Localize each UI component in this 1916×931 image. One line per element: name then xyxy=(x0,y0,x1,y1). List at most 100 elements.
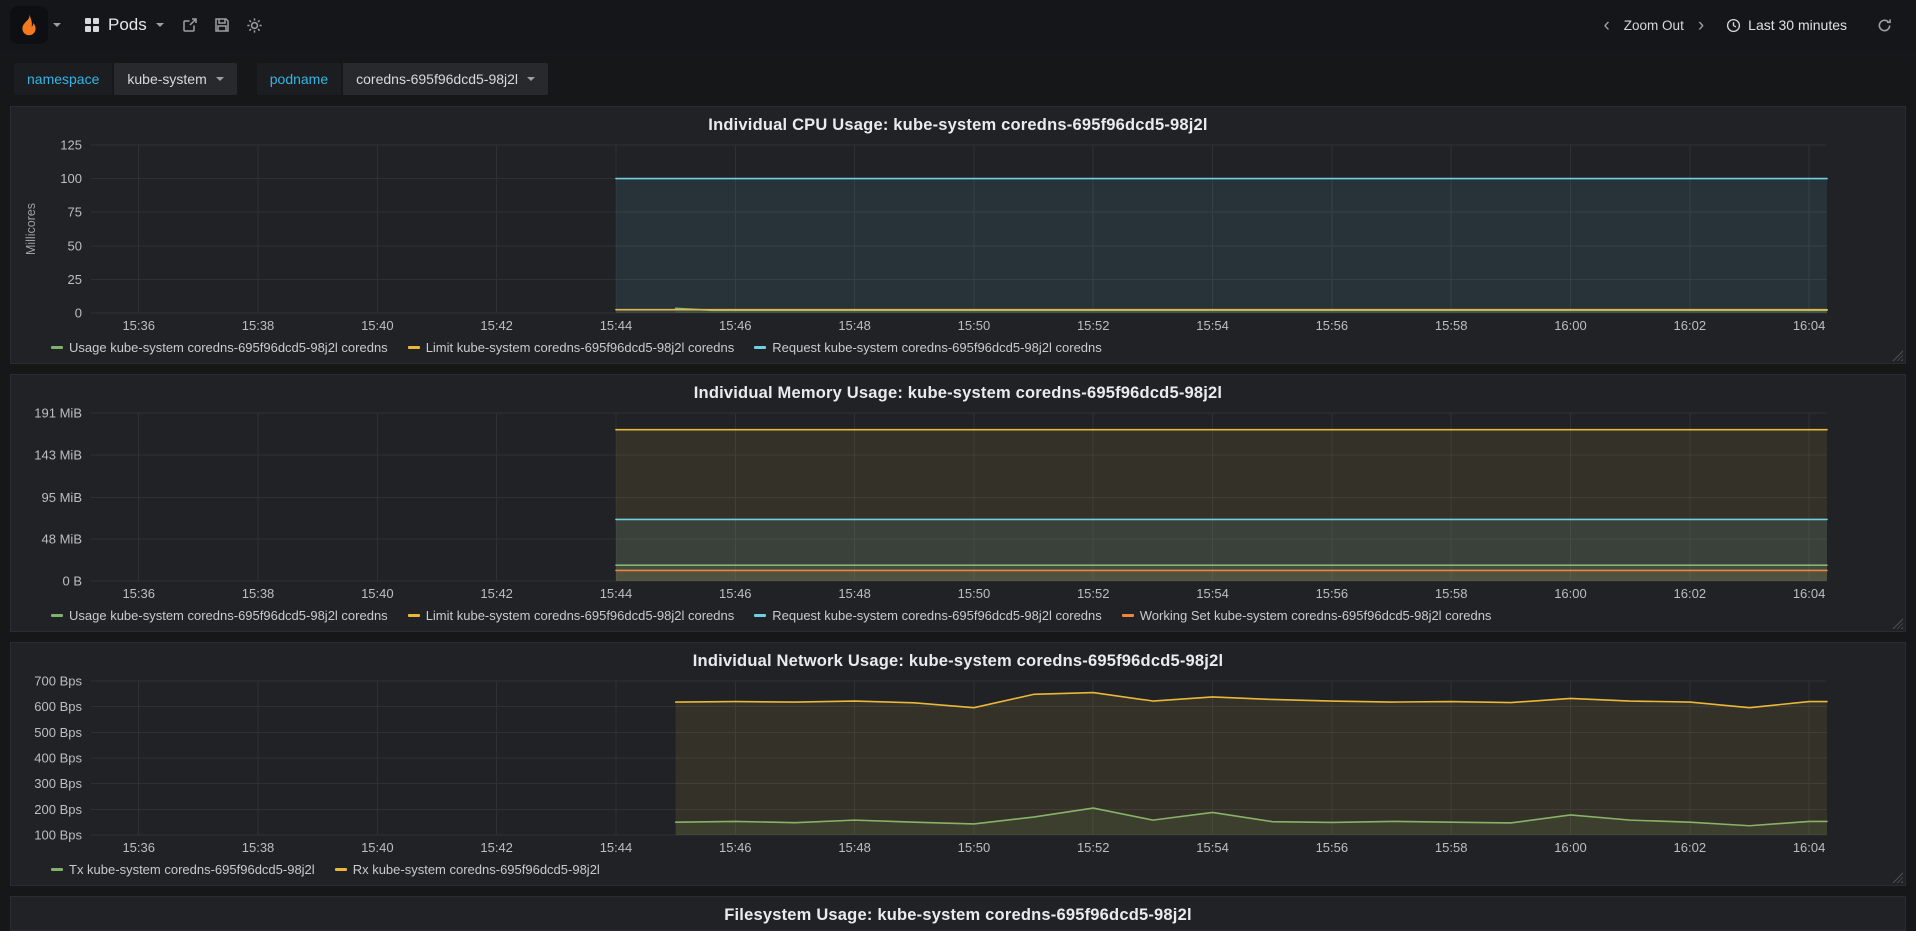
svg-text:16:04: 16:04 xyxy=(1793,318,1826,333)
legend-item[interactable]: Tx kube-system coredns-695f96dcd5-98j2l xyxy=(51,862,315,877)
time-shift-forward-button[interactable]: › xyxy=(1696,16,1706,35)
legend-item[interactable]: Usage kube-system coredns-695f96dcd5-98j… xyxy=(51,608,388,623)
svg-text:15:40: 15:40 xyxy=(361,586,394,601)
dashboard-title: Pods xyxy=(108,15,147,34)
svg-text:15:48: 15:48 xyxy=(838,586,871,601)
variable-namespace-label[interactable]: namespace xyxy=(14,63,113,95)
svg-text:75: 75 xyxy=(68,205,82,220)
svg-text:200 Bps: 200 Bps xyxy=(34,802,82,817)
panel-cpu-usage: Individual CPU Usage: kube-system coredn… xyxy=(10,106,1906,364)
svg-text:15:52: 15:52 xyxy=(1077,318,1110,333)
template-variables-bar: namespace kube-system podname coredns-69… xyxy=(0,50,1916,106)
time-shift-back-button[interactable]: ‹ xyxy=(1601,16,1611,35)
svg-text:0 B: 0 B xyxy=(62,574,82,589)
series-color-swatch xyxy=(407,614,420,617)
variable-namespace-selected: kube-system xyxy=(127,71,207,87)
share-icon xyxy=(183,18,197,32)
share-dashboard-button[interactable] xyxy=(174,12,206,38)
svg-text:191 MiB: 191 MiB xyxy=(34,406,82,421)
legend-item[interactable]: Request kube-system coredns-695f96dcd5-9… xyxy=(754,608,1102,623)
legend-item[interactable]: Rx kube-system coredns-695f96dcd5-98j2l xyxy=(334,862,600,877)
memory-usage-graph[interactable]: 15:36 15:38 15:40 15:42 15:44 15:46 15:48 15:50… xyxy=(21,405,1895,605)
svg-text:600 Bps: 600 Bps xyxy=(34,699,82,714)
svg-text:15:50: 15:50 xyxy=(958,318,991,333)
svg-text:15:36: 15:36 xyxy=(122,840,155,855)
svg-text:50: 50 xyxy=(68,238,82,253)
save-icon xyxy=(215,18,229,32)
svg-text:15:56: 15:56 xyxy=(1316,586,1349,601)
series-name: Usage kube-system coredns-695f96dcd5-98j… xyxy=(69,340,388,355)
dashboard-picker[interactable]: Pods xyxy=(75,9,174,41)
series-name: Request kube-system coredns-695f96dcd5-9… xyxy=(772,608,1102,623)
series-name: Request kube-system coredns-695f96dcd5-9… xyxy=(772,340,1102,355)
svg-text:15:44: 15:44 xyxy=(600,840,633,855)
grafana-logo[interactable] xyxy=(10,6,48,44)
svg-text:Millicores: Millicores xyxy=(24,203,38,255)
panel-title[interactable]: Individual Memory Usage: kube-system cor… xyxy=(21,378,1895,405)
time-range-picker[interactable]: Last 30 minutes xyxy=(1726,17,1847,33)
svg-text:125: 125 xyxy=(60,138,82,153)
svg-text:16:02: 16:02 xyxy=(1674,840,1707,855)
svg-text:16:00: 16:00 xyxy=(1554,840,1587,855)
series-name: Tx kube-system coredns-695f96dcd5-98j2l xyxy=(69,862,315,877)
svg-text:16:04: 16:04 xyxy=(1793,840,1826,855)
svg-text:15:40: 15:40 xyxy=(361,840,394,855)
refresh-dashboard-button[interactable] xyxy=(1869,13,1900,38)
svg-text:15:46: 15:46 xyxy=(719,318,752,333)
panel-network-usage: Individual Network Usage: kube-system co… xyxy=(10,642,1906,886)
svg-text:15:58: 15:58 xyxy=(1435,318,1468,333)
svg-text:15:38: 15:38 xyxy=(242,586,275,601)
svg-text:100 Bps: 100 Bps xyxy=(34,828,82,843)
svg-text:25: 25 xyxy=(68,272,82,287)
variable-namespace-value[interactable]: kube-system xyxy=(114,63,237,95)
svg-text:15:52: 15:52 xyxy=(1077,586,1110,601)
svg-text:15:46: 15:46 xyxy=(719,840,752,855)
series-name: Working Set kube-system coredns-695f96dc… xyxy=(1139,608,1492,623)
svg-text:48 MiB: 48 MiB xyxy=(42,531,82,546)
legend-item[interactable]: Request kube-system coredns-695f96dcd5-9… xyxy=(754,340,1102,355)
grafana-flame-icon xyxy=(21,13,37,36)
svg-text:15:56: 15:56 xyxy=(1316,840,1349,855)
svg-text:15:48: 15:48 xyxy=(838,840,871,855)
panel-title[interactable]: Individual CPU Usage: kube-system coredn… xyxy=(21,110,1895,137)
svg-text:15:50: 15:50 xyxy=(958,840,991,855)
svg-text:15:40: 15:40 xyxy=(361,318,394,333)
svg-text:400 Bps: 400 Bps xyxy=(34,751,82,766)
svg-text:15:52: 15:52 xyxy=(1077,840,1110,855)
variable-namespace: namespace kube-system xyxy=(14,63,237,95)
network-usage-graph[interactable]: 15:36 15:38 15:40 15:42 15:44 15:46 15:48 15:50… xyxy=(21,673,1895,859)
variable-podname-label[interactable]: podname xyxy=(256,63,342,95)
legend-item[interactable]: Limit kube-system coredns-695f96dcd5-98j… xyxy=(407,340,735,355)
svg-text:15:58: 15:58 xyxy=(1435,586,1468,601)
series-name: Usage kube-system coredns-695f96dcd5-98j… xyxy=(69,608,388,623)
svg-text:100: 100 xyxy=(60,171,82,186)
svg-text:95 MiB: 95 MiB xyxy=(42,490,82,505)
panel-title[interactable]: Individual Network Usage: kube-system co… xyxy=(21,646,1895,673)
svg-text:15:46: 15:46 xyxy=(719,586,752,601)
svg-text:15:36: 15:36 xyxy=(122,318,155,333)
svg-text:16:02: 16:02 xyxy=(1674,318,1707,333)
save-dashboard-button[interactable] xyxy=(206,12,238,38)
legend-item[interactable]: Usage kube-system coredns-695f96dcd5-98j… xyxy=(51,340,388,355)
svg-text:15:44: 15:44 xyxy=(600,318,633,333)
variable-podname-value[interactable]: coredns-695f96dcd5-98j2l xyxy=(343,63,549,95)
cpu-usage-graph[interactable]: 15:36 15:38 15:40 15:42 15:44 15:46 15:48 15:50… xyxy=(21,137,1895,337)
panel-filesystem-usage: Filesystem Usage: kube-system coredns-69… xyxy=(10,896,1906,931)
svg-text:143 MiB: 143 MiB xyxy=(34,448,82,463)
variable-podname: podname coredns-695f96dcd5-98j2l xyxy=(256,63,549,95)
dashboard-settings-button[interactable] xyxy=(238,12,271,39)
legend-item[interactable]: Limit kube-system coredns-695f96dcd5-98j… xyxy=(407,608,734,623)
panel-title[interactable]: Filesystem Usage: kube-system coredns-69… xyxy=(21,900,1895,927)
legend-item[interactable]: Working Set kube-system coredns-695f96dc… xyxy=(1121,608,1492,623)
svg-text:0: 0 xyxy=(75,306,82,321)
zoom-out-button[interactable]: Zoom Out xyxy=(1624,18,1684,33)
series-name: Limit kube-system coredns-695f96dcd5-98j… xyxy=(425,340,735,355)
org-dropdown-caret[interactable] xyxy=(53,23,61,27)
series-color-swatch xyxy=(407,346,420,349)
svg-text:15:54: 15:54 xyxy=(1196,318,1229,333)
svg-text:16:04: 16:04 xyxy=(1793,586,1826,601)
series-color-swatch xyxy=(754,346,767,349)
svg-text:16:02: 16:02 xyxy=(1674,586,1707,601)
svg-text:15:42: 15:42 xyxy=(480,586,513,601)
svg-text:15:54: 15:54 xyxy=(1196,586,1229,601)
